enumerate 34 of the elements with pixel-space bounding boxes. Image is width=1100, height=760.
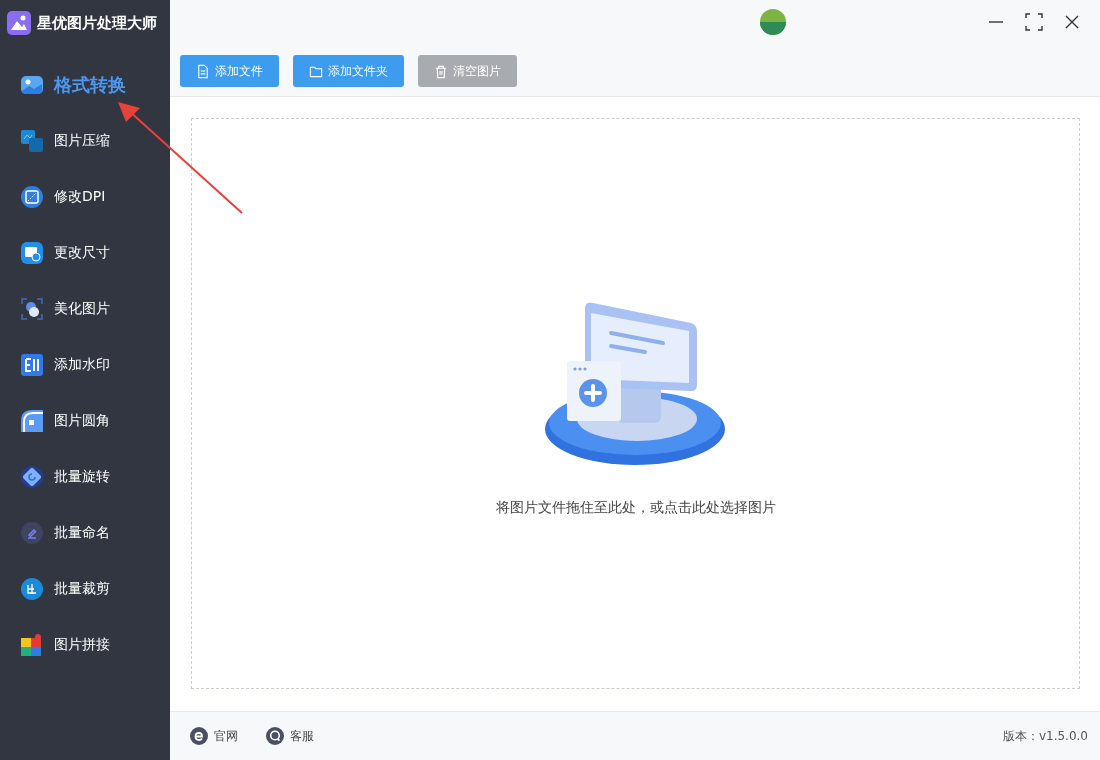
sidebar-item[interactable]: 添加水印 <box>0 337 170 393</box>
sidebar-item[interactable]: 图片圆角 <box>0 393 170 449</box>
button-icon <box>434 63 448 79</box>
tool-icon <box>20 521 44 545</box>
tool-icon <box>20 73 44 97</box>
tool-icon <box>20 241 44 265</box>
sidebar-item[interactable]: 批量旋转 <box>0 449 170 505</box>
button-icon <box>196 63 210 79</box>
version-label: 版本：v1.5.0.0 <box>1002 727 1088 745</box>
browser-icon <box>190 727 208 745</box>
sidebar-item[interactable]: 格式转换 <box>0 57 170 113</box>
sidebar-item[interactable]: 批量命名 <box>0 505 170 561</box>
drop-zone[interactable]: 将图片文件拖住至此处，或点击此处选择图片 <box>191 118 1080 689</box>
tool-icon <box>20 465 44 489</box>
sidebar-item[interactable]: 图片拼接 <box>0 617 170 673</box>
app-logo-icon <box>7 11 31 35</box>
sidebar-item[interactable]: 图片压缩 <box>0 113 170 169</box>
tool-icon <box>20 577 44 601</box>
tool-icon <box>20 633 44 657</box>
sidebar-item[interactable]: 修改DPI <box>0 169 170 225</box>
footer-link[interactable]: 客服 <box>266 727 314 745</box>
sidebar-item[interactable]: 美化图片 <box>0 281 170 337</box>
footer-link[interactable]: 官网 <box>190 727 238 745</box>
sidebar-item[interactable]: 批量裁剪 <box>0 561 170 617</box>
tool-icon <box>20 353 44 377</box>
chat-icon <box>266 727 284 745</box>
tool-icon <box>20 185 44 209</box>
drop-hint: 将图片文件拖住至此处，或点击此处选择图片 <box>495 498 776 517</box>
avatar-icon[interactable] <box>760 9 786 35</box>
sidebar-item[interactable]: 更改尺寸 <box>0 225 170 281</box>
tool-icon <box>20 409 44 433</box>
tool-icon <box>20 129 44 153</box>
tool-icon <box>20 297 44 321</box>
app-title: 星优图片处理大师 <box>37 13 157 33</box>
